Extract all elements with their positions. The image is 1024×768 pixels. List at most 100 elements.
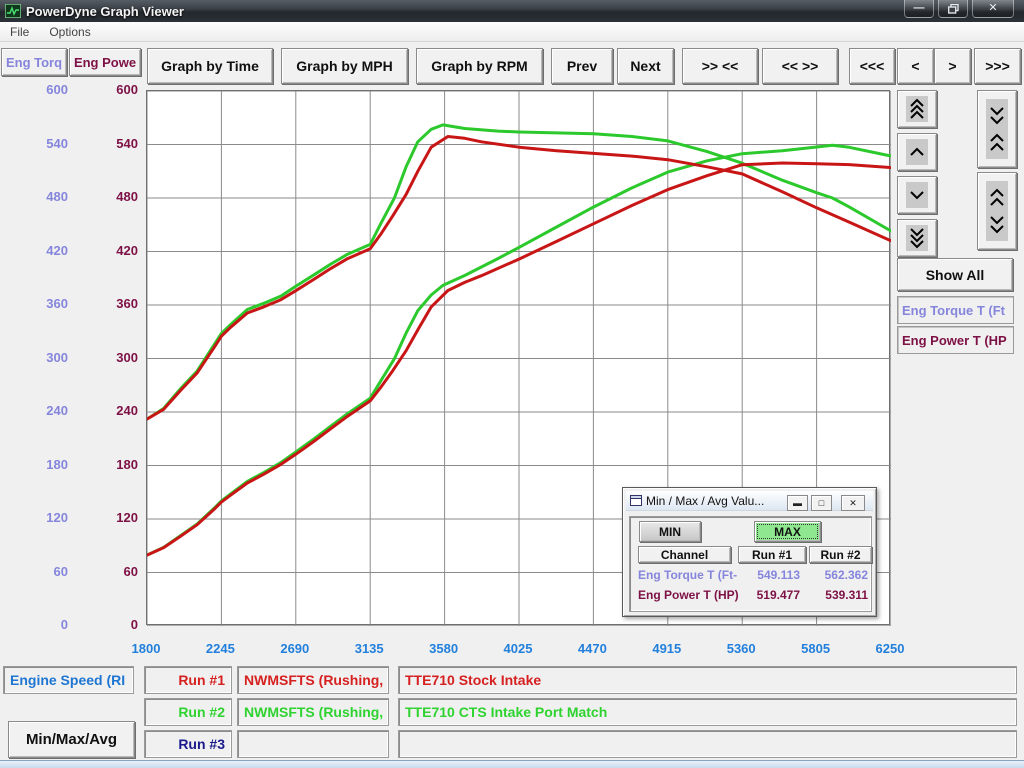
form-icon xyxy=(630,495,642,506)
y-tick-label-torque: 300 xyxy=(0,350,68,365)
x-tick-label: 3580 xyxy=(429,641,458,656)
y-tick-label-torque: 60 xyxy=(0,564,68,579)
y-tick-label-torque: 540 xyxy=(0,136,68,151)
y-tick-label-power: 540 xyxy=(72,136,138,151)
y-tick-label-power: 420 xyxy=(72,243,138,258)
column-header-run1[interactable]: Run #1 xyxy=(738,546,806,563)
powerdyne-window: PowerDyne Graph Viewer — ✕ File Options … xyxy=(0,0,1024,768)
minimize-button[interactable]: — xyxy=(904,0,934,18)
zoom-in-x-button[interactable]: >> << xyxy=(682,48,758,84)
x-tick-label: 1800 xyxy=(132,641,161,656)
power-channel-label[interactable]: Eng Power T (HP xyxy=(897,326,1014,354)
y-tick-label-power: 300 xyxy=(72,350,138,365)
x-tick-label: 2690 xyxy=(280,641,309,656)
torque-channel-label[interactable]: Eng Torque T (Ft xyxy=(897,296,1014,324)
minmax-avg-button[interactable]: Min/Max/Avg xyxy=(8,721,135,758)
graph-by-rpm-button[interactable]: Graph by RPM xyxy=(416,48,543,84)
y-tick-label-power: 120 xyxy=(72,510,138,525)
x-tick-label: 2245 xyxy=(206,641,235,656)
minmax-title-bar[interactable]: Min / Max / Avg Valu... ▬ □ ✕ xyxy=(626,491,873,511)
scroll-up-button[interactable] xyxy=(897,133,937,171)
y-tick-label-power: 0 xyxy=(72,617,138,632)
triple-chevron-down-icon xyxy=(906,225,928,251)
y-tick-label-power: 480 xyxy=(72,189,138,204)
torque-axis-labels: 600540480420360300240180120600 xyxy=(0,0,68,768)
rpm-axis-labels: 1800224526903135358040254470491553605805… xyxy=(146,641,890,661)
step-left-button[interactable]: < xyxy=(897,48,934,84)
minmax-row-value: 562.362 xyxy=(809,568,868,582)
scroll-down-button[interactable] xyxy=(897,176,937,214)
restore-icon: □ xyxy=(819,498,824,508)
x-tick-label: 5360 xyxy=(727,641,756,656)
x-tick-label: 5805 xyxy=(801,641,830,656)
step-right-button[interactable]: > xyxy=(934,48,971,84)
minmax-row-channel: Eng Torque T (Ft- xyxy=(638,568,737,582)
minmax-restore-button[interactable]: □ xyxy=(811,495,832,511)
y-tick-label-power: 360 xyxy=(72,296,138,311)
y-tick-label-torque: 360 xyxy=(0,296,68,311)
chevron-down-icon xyxy=(906,182,928,208)
y-tick-label-torque: 480 xyxy=(0,189,68,204)
minmax-window-title: Min / Max / Avg Valu... xyxy=(646,494,764,508)
minmax-row-channel: Eng Power T (HP) xyxy=(638,588,739,602)
x-tick-label: 4470 xyxy=(578,641,607,656)
jump-right-button[interactable]: >>> xyxy=(974,48,1021,84)
expand-vertical-icon xyxy=(986,181,1008,241)
next-button[interactable]: Next xyxy=(617,48,674,84)
run1-file-field[interactable]: NWMSFTS (Rushing, xyxy=(237,666,389,694)
x-axis-channel-label[interactable]: Engine Speed (RI xyxy=(3,666,134,694)
minmax-row-value: 549.113 xyxy=(738,568,800,582)
minmax-row-value: 539.311 xyxy=(809,588,868,602)
run3-file-field[interactable] xyxy=(237,730,389,758)
x-tick-label: 6250 xyxy=(876,641,905,656)
y-tick-label-power: 240 xyxy=(72,403,138,418)
zoom-out-x-button[interactable]: << >> xyxy=(762,48,838,84)
run1-description-field[interactable]: TTE710 Stock Intake xyxy=(398,666,1017,694)
show-all-button[interactable]: Show All xyxy=(897,258,1013,291)
window-bottom-edge xyxy=(0,760,1024,768)
minimize-icon: — xyxy=(914,3,925,14)
minmax-row-value: 519.477 xyxy=(738,588,800,602)
column-header-run2[interactable]: Run #2 xyxy=(809,546,872,563)
run3-label: Run #3 xyxy=(144,730,232,758)
y-tick-label-power: 180 xyxy=(72,457,138,472)
close-icon: ✕ xyxy=(988,3,997,14)
run2-label: Run #2 xyxy=(144,698,232,726)
run2-description-field[interactable]: TTE710 CTS Intake Port Match xyxy=(398,698,1017,726)
minmax-minimize-button[interactable]: ▬ xyxy=(787,495,808,511)
run3-description-field[interactable] xyxy=(398,730,1017,758)
column-header-channel[interactable]: Channel xyxy=(638,546,731,563)
run2-file-field[interactable]: NWMSFTS (Rushing, xyxy=(237,698,389,726)
x-tick-label: 4025 xyxy=(504,641,533,656)
x-tick-label: 4915 xyxy=(652,641,681,656)
graph-by-time-button[interactable]: Graph by Time xyxy=(147,48,273,84)
min-tab-button[interactable]: MIN xyxy=(639,521,701,542)
scroll-up-fast-button[interactable] xyxy=(897,90,937,128)
max-tab-button[interactable]: MAX xyxy=(754,521,821,542)
y-zoom-in-button[interactable] xyxy=(977,90,1017,168)
y-tick-label-torque: 120 xyxy=(0,510,68,525)
close-button[interactable]: ✕ xyxy=(972,0,1014,18)
graph-by-mph-button[interactable]: Graph by MPH xyxy=(281,48,408,84)
restore-icon xyxy=(948,4,959,14)
y-tick-label-torque: 0 xyxy=(0,617,68,632)
jump-left-button[interactable]: <<< xyxy=(849,48,895,84)
x-tick-label: 3135 xyxy=(355,641,384,656)
restore-button[interactable] xyxy=(938,0,968,18)
triple-chevron-up-icon xyxy=(906,96,928,122)
scroll-down-fast-button[interactable] xyxy=(897,219,937,257)
minmax-close-button[interactable]: ✕ xyxy=(841,495,865,511)
power-axis-labels: 600540480420360300240180120600 xyxy=(72,0,138,768)
y-tick-label-power: 60 xyxy=(72,564,138,579)
y-tick-label-power: 600 xyxy=(72,82,138,97)
minimize-icon: ▬ xyxy=(793,498,802,508)
y-zoom-out-button[interactable] xyxy=(977,172,1017,250)
menu-bar: File Options xyxy=(0,22,1024,42)
minmax-window: Min / Max / Avg Valu... ▬ □ ✕ MIN MAX Ch… xyxy=(622,487,877,617)
close-icon: ✕ xyxy=(849,498,857,509)
chevron-up-icon xyxy=(906,139,928,165)
y-tick-label-torque: 420 xyxy=(0,243,68,258)
collapse-vertical-icon xyxy=(986,99,1008,159)
prev-button[interactable]: Prev xyxy=(551,48,613,84)
y-tick-label-torque: 600 xyxy=(0,82,68,97)
